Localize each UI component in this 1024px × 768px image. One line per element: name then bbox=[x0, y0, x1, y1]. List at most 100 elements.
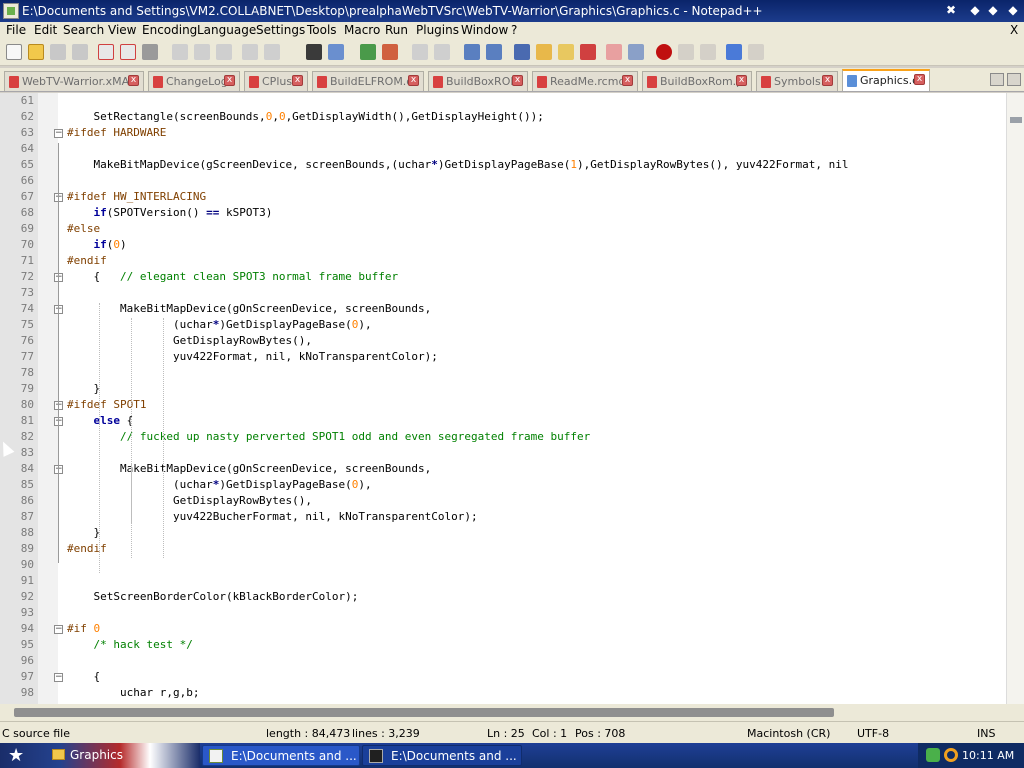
replace-icon[interactable] bbox=[328, 44, 344, 60]
zoom-out-icon[interactable] bbox=[382, 44, 398, 60]
menu-window[interactable]: Window bbox=[461, 23, 508, 37]
new-file-icon[interactable] bbox=[6, 44, 22, 60]
tab-scroll-right-icon[interactable] bbox=[1007, 73, 1021, 86]
tab-buildboxrom[interactable]: BuildBoxROM x bbox=[428, 71, 528, 91]
code-line[interactable]: MakeBitMapDevice(gScreenDevice, screenBo… bbox=[67, 158, 848, 171]
pin-icon[interactable]: ✖ bbox=[942, 2, 960, 19]
menu-file[interactable]: File bbox=[6, 23, 26, 37]
user-lang-icon[interactable] bbox=[536, 44, 552, 60]
code-line[interactable]: GetDisplayRowBytes(), bbox=[67, 334, 312, 347]
close-file-icon[interactable] bbox=[98, 44, 114, 60]
fold-toggle-icon[interactable]: − bbox=[54, 129, 63, 138]
clock[interactable]: 10:11 AM bbox=[962, 749, 1014, 762]
code-line[interactable]: #ifdef HW_INTERLACING bbox=[67, 190, 206, 203]
code-line[interactable]: SetRectangle(screenBounds,0,0,GetDisplay… bbox=[67, 110, 543, 123]
network-icon[interactable] bbox=[926, 748, 940, 762]
tab-buildboxrom-pl[interactable]: BuildBoxRom.pl x bbox=[642, 71, 752, 91]
code-line[interactable]: if(SPOTVersion() == kSPOT3) bbox=[67, 206, 273, 219]
taskbar-item-console[interactable]: E:\Documents and ... bbox=[362, 745, 522, 766]
paste-icon[interactable] bbox=[216, 44, 232, 60]
menu-macro[interactable]: Macro bbox=[344, 23, 380, 37]
stop-macro-icon[interactable] bbox=[678, 44, 694, 60]
menu-language[interactable]: Language bbox=[197, 23, 256, 37]
close-button[interactable]: ◆ bbox=[1004, 2, 1022, 19]
code-line[interactable]: } bbox=[67, 526, 100, 539]
code-line[interactable]: { // elegant clean SPOT3 normal frame bu… bbox=[67, 270, 398, 283]
doc-map-icon[interactable] bbox=[558, 44, 574, 60]
notepadpp-app-icon[interactable] bbox=[3, 3, 19, 19]
word-wrap-icon[interactable] bbox=[464, 44, 480, 60]
code-line[interactable]: } bbox=[67, 382, 100, 395]
code-line[interactable]: GetDisplayRowBytes(), bbox=[67, 494, 312, 507]
code-line[interactable]: /* hack test */ bbox=[67, 638, 193, 651]
record-macro-icon[interactable] bbox=[656, 44, 672, 60]
print-icon[interactable] bbox=[142, 44, 158, 60]
menu-tools[interactable]: Tools bbox=[307, 23, 337, 37]
code-line[interactable]: // fucked up nasty perverted SPOT1 odd a… bbox=[67, 430, 590, 443]
show-all-chars-icon[interactable] bbox=[486, 44, 502, 60]
code-line[interactable]: MakeBitMapDevice(gOnScreenDevice, screen… bbox=[67, 462, 431, 475]
menu-run[interactable]: Run bbox=[385, 23, 408, 37]
code-line[interactable]: #if 0 bbox=[67, 622, 100, 635]
code-line[interactable]: yuv422BucherFormat, nil, kNoTransparentC… bbox=[67, 510, 478, 523]
tab-scroll-left-icon[interactable] bbox=[990, 73, 1004, 86]
code-line[interactable]: (uchar*)GetDisplayPageBase(0), bbox=[67, 478, 372, 491]
code-line[interactable]: SetScreenBorderColor(kBlackBorderColor); bbox=[67, 590, 358, 603]
play-macro-icon[interactable] bbox=[700, 44, 716, 60]
fold-toggle-icon[interactable]: − bbox=[54, 625, 63, 634]
code-line[interactable]: #endif bbox=[67, 542, 107, 555]
menu-settings[interactable]: Settings bbox=[256, 23, 305, 37]
code-line[interactable]: #endif bbox=[67, 254, 107, 267]
save-all-icon[interactable] bbox=[72, 44, 88, 60]
fold-toggle-icon[interactable]: − bbox=[54, 673, 63, 682]
tab-close-icon[interactable]: x bbox=[408, 75, 419, 86]
undo-icon[interactable] bbox=[242, 44, 258, 60]
tab-symbols-h[interactable]: Symbols.h x bbox=[756, 71, 838, 91]
tab-close-icon[interactable]: x bbox=[224, 75, 235, 86]
code-line[interactable]: uchar r,g,b; bbox=[67, 686, 199, 699]
sync-vertical-icon[interactable] bbox=[412, 44, 428, 60]
cut-icon[interactable] bbox=[172, 44, 188, 60]
close-all-icon[interactable] bbox=[120, 44, 136, 60]
tab-close-icon[interactable]: x bbox=[622, 75, 633, 86]
tab-readme-rcmd[interactable]: ReadMe.rcmd x bbox=[532, 71, 638, 91]
redo-icon[interactable] bbox=[264, 44, 280, 60]
tab-close-icon[interactable]: x bbox=[914, 74, 925, 85]
run-macro-multiple-icon[interactable] bbox=[726, 44, 742, 60]
menu-search[interactable]: Search bbox=[63, 23, 104, 37]
code-line[interactable]: (uchar*)GetDisplayPageBase(0), bbox=[67, 318, 372, 331]
tab-close-icon[interactable]: x bbox=[736, 75, 747, 86]
vertical-scroll-thumb[interactable] bbox=[1010, 117, 1022, 123]
open-file-icon[interactable] bbox=[28, 44, 44, 60]
tab-close-icon[interactable]: x bbox=[292, 75, 303, 86]
search-icon[interactable] bbox=[944, 748, 958, 762]
vertical-scrollbar[interactable] bbox=[1006, 93, 1024, 704]
save-macro-icon[interactable] bbox=[748, 44, 764, 60]
tab-webtv-warrior-xmap[interactable]: WebTV-Warrior.xMAP x bbox=[4, 71, 144, 91]
monitor-icon[interactable] bbox=[628, 44, 644, 60]
code-line[interactable]: { bbox=[67, 670, 100, 683]
sync-horizontal-icon[interactable] bbox=[434, 44, 450, 60]
zoom-in-icon[interactable] bbox=[360, 44, 376, 60]
restore-button[interactable]: ◆ bbox=[984, 2, 1002, 19]
function-list-icon[interactable] bbox=[580, 44, 596, 60]
save-icon[interactable] bbox=[50, 44, 66, 60]
indent-guide-icon[interactable] bbox=[514, 44, 530, 60]
tab-buildelfrom[interactable]: BuildELFROM.c x bbox=[312, 71, 424, 91]
menu-edit[interactable]: Edit bbox=[34, 23, 57, 37]
tab-close-icon[interactable]: x bbox=[128, 75, 139, 86]
horizontal-scroll-thumb[interactable] bbox=[14, 708, 834, 717]
menu-plugins[interactable]: Plugins bbox=[416, 23, 459, 37]
tab-close-icon[interactable]: x bbox=[512, 75, 523, 86]
code-line[interactable]: MakeBitMapDevice(gOnScreenDevice, screen… bbox=[67, 302, 431, 315]
find-icon[interactable] bbox=[306, 44, 322, 60]
menu-view[interactable]: View bbox=[108, 23, 136, 37]
folder-workspace-icon[interactable] bbox=[606, 44, 622, 60]
code-line[interactable]: if(0) bbox=[67, 238, 127, 251]
code-line[interactable]: else { bbox=[67, 414, 134, 427]
tab-cplus[interactable]: CPlus x bbox=[244, 71, 308, 91]
horizontal-scrollbar[interactable] bbox=[0, 704, 1024, 721]
copy-icon[interactable] bbox=[194, 44, 210, 60]
fold-margin[interactable] bbox=[38, 93, 58, 704]
code-line[interactable]: yuv422Format, nil, kNoTransparentColor); bbox=[67, 350, 438, 363]
